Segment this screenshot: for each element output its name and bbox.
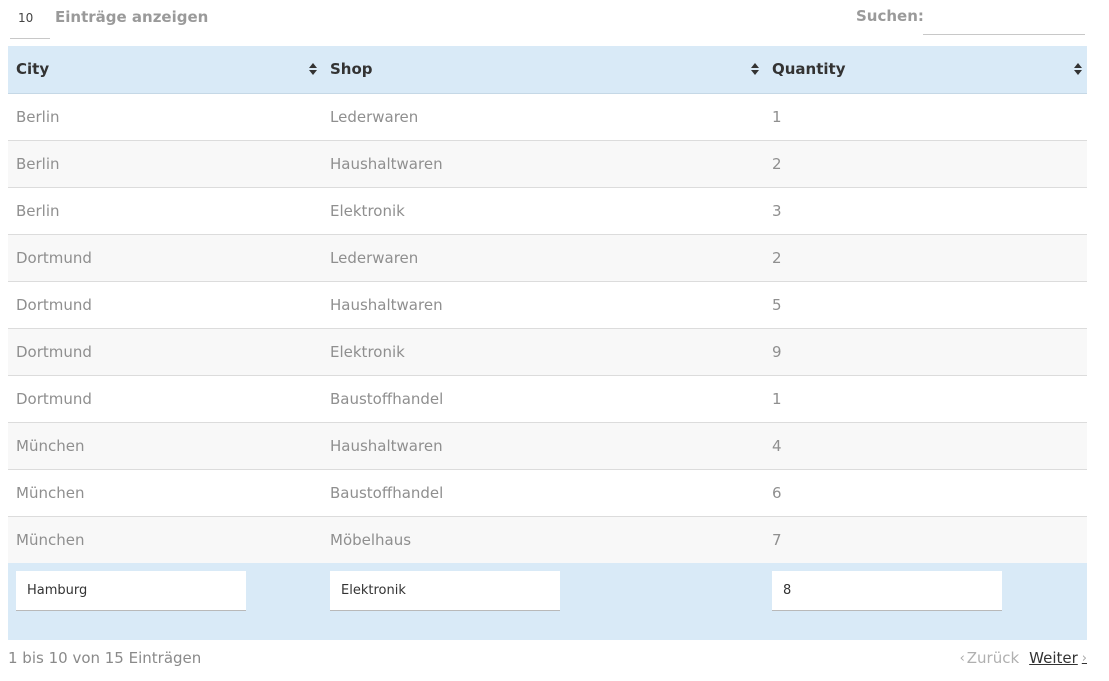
- sort-icon[interactable]: [1073, 62, 1083, 76]
- next-page-label: Weiter: [1029, 649, 1078, 667]
- cell-city: Dortmund: [8, 281, 322, 329]
- edit-city-input[interactable]: [16, 571, 246, 611]
- search-input[interactable]: [923, 5, 1085, 35]
- cell-quantity: 1: [764, 375, 1087, 423]
- column-header-label: Shop: [330, 60, 373, 79]
- cell-quantity: 2: [764, 140, 1087, 188]
- header-row: City Shop Quantity: [8, 46, 1087, 94]
- table-row[interactable]: Berlin Lederwaren 1: [8, 93, 1087, 141]
- cell-quantity: 6: [764, 469, 1087, 517]
- table-info: 1 bis 10 von 15 Einträgen: [8, 649, 202, 667]
- column-header-quantity[interactable]: Quantity: [764, 46, 1087, 94]
- previous-page-label: Zurück: [966, 649, 1020, 667]
- sort-icon[interactable]: [308, 62, 318, 76]
- cell-city: München: [8, 469, 322, 517]
- chevron-right-icon: ›: [1081, 650, 1087, 666]
- chevron-left-icon: ‹: [959, 650, 965, 666]
- table-row[interactable]: Berlin Haushaltwaren 2: [8, 140, 1087, 188]
- cell-city: Berlin: [8, 93, 322, 141]
- pagination: ‹ Zurück Weiter ›: [960, 649, 1087, 667]
- previous-page-button[interactable]: ‹ Zurück: [960, 649, 1020, 667]
- table-row[interactable]: München Haushaltwaren 4: [8, 422, 1087, 470]
- table-row[interactable]: München Möbelhaus 7: [8, 516, 1087, 564]
- cell-shop: Elektronik: [322, 328, 764, 376]
- cell-quantity: 3: [764, 187, 1087, 235]
- cell-quantity: 2: [764, 234, 1087, 282]
- cell-city: München: [8, 516, 322, 564]
- cell-city: Dortmund: [8, 328, 322, 376]
- cell-shop: Haushaltwaren: [322, 281, 764, 329]
- table-row[interactable]: Dortmund Haushaltwaren 5: [8, 281, 1087, 329]
- edit-shop-input[interactable]: [330, 571, 560, 611]
- cell-shop: Haushaltwaren: [322, 422, 764, 470]
- cell-city: Dortmund: [8, 375, 322, 423]
- cell-city: Berlin: [8, 140, 322, 188]
- column-header-label: City: [16, 60, 50, 79]
- cell-city: Dortmund: [8, 234, 322, 282]
- inline-edit-row: [8, 563, 1087, 640]
- cell-shop: Lederwaren: [322, 234, 764, 282]
- cell-shop: Baustoffhandel: [322, 469, 764, 517]
- cell-shop: Elektronik: [322, 187, 764, 235]
- column-header-city[interactable]: City: [8, 46, 322, 94]
- table-row[interactable]: Berlin Elektronik 3: [8, 187, 1087, 235]
- cell-shop: Möbelhaus: [322, 516, 764, 564]
- cell-quantity: 1: [764, 93, 1087, 141]
- cell-quantity: 5: [764, 281, 1087, 329]
- sort-icon[interactable]: [750, 62, 760, 76]
- edit-quantity-input[interactable]: [772, 571, 1002, 611]
- cell-shop: Baustoffhandel: [322, 375, 764, 423]
- next-page-button[interactable]: Weiter ›: [1029, 649, 1087, 667]
- data-table: City Shop Quantity Berlin Lederwaren 1 B…: [8, 46, 1087, 564]
- table-row[interactable]: Dortmund Lederwaren 2: [8, 234, 1087, 282]
- table-controls: 10 Einträge anzeigen Suchen:: [0, 0, 1109, 44]
- cell-quantity: 4: [764, 422, 1087, 470]
- search-label: Suchen:: [856, 7, 924, 25]
- column-header-label: Quantity: [772, 60, 846, 79]
- table-row[interactable]: Dortmund Elektronik 9: [8, 328, 1087, 376]
- entries-per-page-select[interactable]: 10: [10, 5, 50, 39]
- cell-city: Berlin: [8, 187, 322, 235]
- cell-city: München: [8, 422, 322, 470]
- table-row[interactable]: Dortmund Baustoffhandel 1: [8, 375, 1087, 423]
- cell-shop: Haushaltwaren: [322, 140, 764, 188]
- column-header-shop[interactable]: Shop: [322, 46, 764, 94]
- cell-quantity: 9: [764, 328, 1087, 376]
- cell-quantity: 7: [764, 516, 1087, 564]
- cell-shop: Lederwaren: [322, 93, 764, 141]
- table-row[interactable]: München Baustoffhandel 6: [8, 469, 1087, 517]
- entries-per-page-label: Einträge anzeigen: [55, 8, 209, 26]
